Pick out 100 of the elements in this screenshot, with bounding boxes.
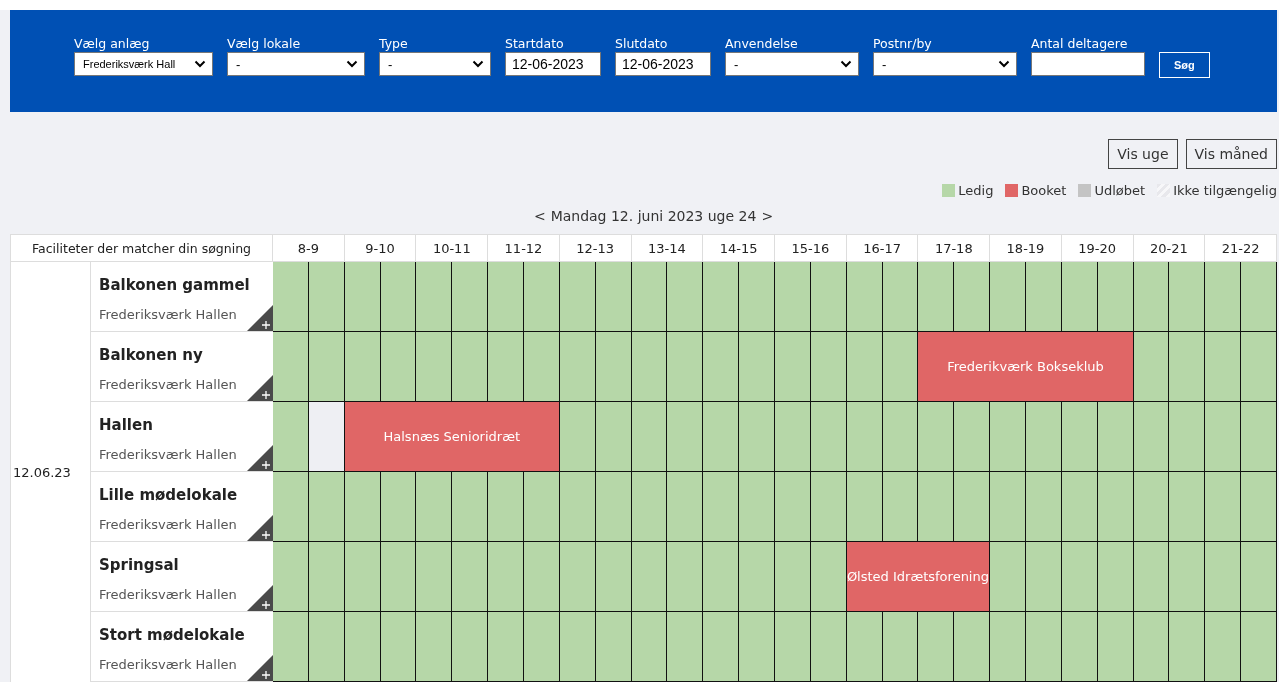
- free-slot[interactable]: [1097, 262, 1134, 332]
- free-slot[interactable]: [846, 332, 883, 402]
- free-slot[interactable]: [524, 472, 560, 542]
- dropdown-field[interactable]: -: [379, 52, 491, 76]
- free-slot[interactable]: [559, 332, 596, 402]
- free-slot[interactable]: [452, 262, 489, 332]
- free-slot[interactable]: [810, 612, 847, 682]
- free-slot[interactable]: [739, 472, 775, 542]
- free-slot[interactable]: [703, 332, 740, 402]
- free-slot[interactable]: [1205, 262, 1242, 332]
- free-slot[interactable]: [631, 402, 668, 472]
- free-slot[interactable]: [1097, 612, 1134, 682]
- free-slot[interactable]: [1061, 542, 1098, 612]
- free-slot[interactable]: [667, 332, 704, 402]
- free-slot[interactable]: [559, 472, 596, 542]
- free-slot[interactable]: [1241, 262, 1277, 332]
- free-slot[interactable]: [488, 332, 524, 402]
- free-slot[interactable]: [308, 472, 345, 542]
- free-slot[interactable]: [1026, 262, 1062, 332]
- free-slot[interactable]: [416, 332, 453, 402]
- free-slot[interactable]: [1241, 402, 1277, 472]
- free-slot[interactable]: [380, 612, 417, 682]
- free-slot[interactable]: [1205, 612, 1242, 682]
- free-slot[interactable]: [416, 262, 453, 332]
- free-slot[interactable]: [1097, 472, 1134, 542]
- free-slot[interactable]: [846, 612, 883, 682]
- free-slot[interactable]: [810, 332, 847, 402]
- free-slot[interactable]: [918, 402, 955, 472]
- next-day-link[interactable]: >: [761, 208, 774, 224]
- free-slot[interactable]: [1205, 542, 1242, 612]
- free-slot[interactable]: [344, 332, 381, 402]
- free-slot[interactable]: [739, 332, 775, 402]
- free-slot[interactable]: [488, 542, 524, 612]
- input-field[interactable]: [1031, 52, 1145, 76]
- free-slot[interactable]: [273, 612, 309, 682]
- free-slot[interactable]: [667, 612, 704, 682]
- free-slot[interactable]: [488, 262, 524, 332]
- add-corner-icon[interactable]: [247, 445, 273, 471]
- free-slot[interactable]: [1026, 472, 1062, 542]
- free-slot[interactable]: [380, 472, 417, 542]
- free-slot[interactable]: [954, 472, 991, 542]
- free-slot[interactable]: [1133, 612, 1170, 682]
- free-slot[interactable]: [1133, 332, 1170, 402]
- free-slot[interactable]: [810, 472, 847, 542]
- free-slot[interactable]: [703, 542, 740, 612]
- free-slot[interactable]: [810, 402, 847, 472]
- free-slot[interactable]: [524, 542, 560, 612]
- add-corner-icon[interactable]: [247, 305, 273, 331]
- free-slot[interactable]: [1061, 472, 1098, 542]
- free-slot[interactable]: [1097, 402, 1134, 472]
- free-slot[interactable]: [954, 402, 991, 472]
- dropdown-field[interactable]: -: [873, 52, 1017, 76]
- free-slot[interactable]: [918, 262, 955, 332]
- free-slot[interactable]: [1026, 612, 1062, 682]
- free-slot[interactable]: [1205, 332, 1242, 402]
- free-slot[interactable]: [273, 402, 309, 472]
- input-field[interactable]: 12-06-2023: [505, 52, 601, 76]
- free-slot[interactable]: [775, 402, 811, 472]
- free-slot[interactable]: [595, 612, 632, 682]
- free-slot[interactable]: [882, 402, 919, 472]
- free-slot[interactable]: [559, 402, 596, 472]
- free-slot[interactable]: [990, 402, 1026, 472]
- free-slot[interactable]: [1133, 542, 1170, 612]
- free-slot[interactable]: [416, 472, 453, 542]
- free-slot[interactable]: [631, 262, 668, 332]
- free-slot[interactable]: [559, 262, 596, 332]
- free-slot[interactable]: [918, 612, 955, 682]
- free-slot[interactable]: [595, 402, 632, 472]
- view-button[interactable]: Vis måned: [1185, 139, 1277, 169]
- free-slot[interactable]: [1026, 542, 1062, 612]
- free-slot[interactable]: [1097, 542, 1134, 612]
- free-slot[interactable]: [990, 612, 1026, 682]
- free-slot[interactable]: [1241, 612, 1277, 682]
- dropdown-field[interactable]: -: [725, 52, 859, 76]
- free-slot[interactable]: [559, 542, 596, 612]
- free-slot[interactable]: [703, 402, 740, 472]
- free-slot[interactable]: [882, 612, 919, 682]
- free-slot[interactable]: [775, 472, 811, 542]
- free-slot[interactable]: [667, 542, 704, 612]
- free-slot[interactable]: [775, 612, 811, 682]
- free-slot[interactable]: [882, 472, 919, 542]
- free-slot[interactable]: [1205, 472, 1242, 542]
- free-slot[interactable]: [775, 332, 811, 402]
- free-slot[interactable]: [846, 472, 883, 542]
- free-slot[interactable]: [308, 262, 345, 332]
- search-button[interactable]: Søg: [1159, 52, 1210, 78]
- free-slot[interactable]: [631, 472, 668, 542]
- free-slot[interactable]: [1205, 402, 1242, 472]
- free-slot[interactable]: [703, 472, 740, 542]
- free-slot[interactable]: [631, 542, 668, 612]
- free-slot[interactable]: [739, 612, 775, 682]
- free-slot[interactable]: [488, 612, 524, 682]
- free-slot[interactable]: [775, 262, 811, 332]
- free-slot[interactable]: [1026, 402, 1062, 472]
- free-slot[interactable]: [380, 262, 417, 332]
- add-corner-icon[interactable]: [247, 375, 273, 401]
- free-slot[interactable]: [1241, 542, 1277, 612]
- free-slot[interactable]: [1169, 472, 1206, 542]
- free-slot[interactable]: [344, 612, 381, 682]
- unavailable-slot[interactable]: [308, 402, 345, 472]
